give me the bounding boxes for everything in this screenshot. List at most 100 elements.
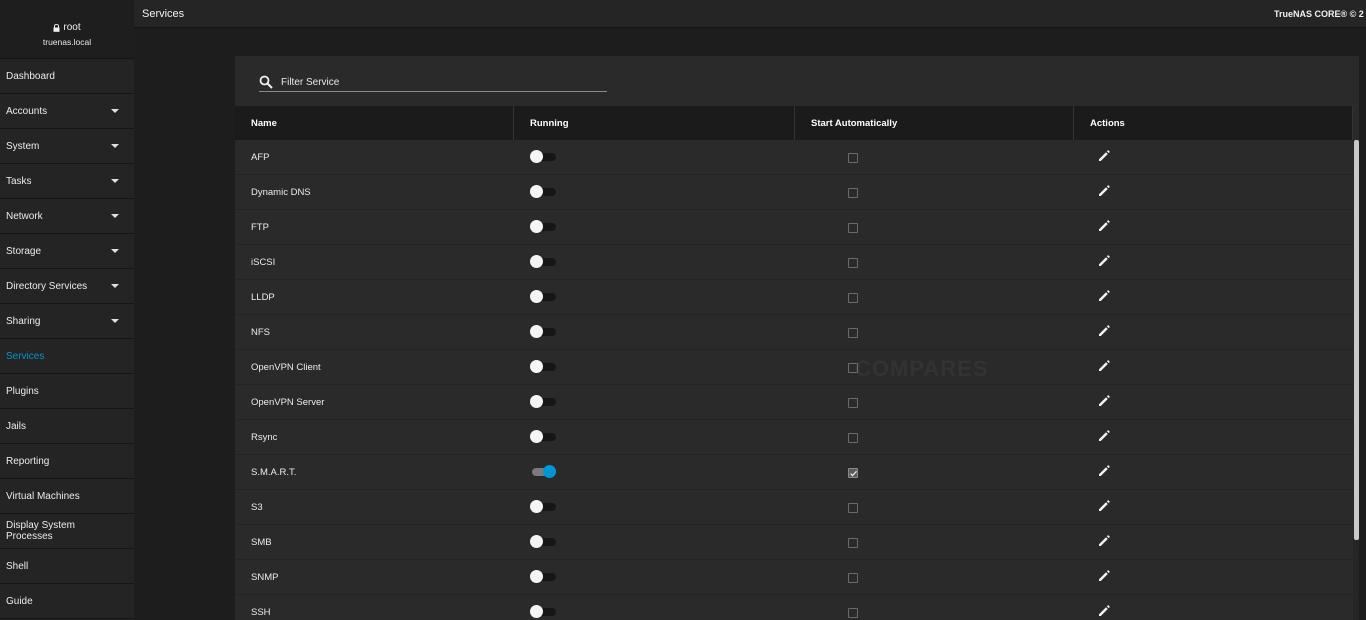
edit-pencil-icon[interactable] xyxy=(1098,324,1111,337)
sidebar-item-sharing[interactable]: Sharing xyxy=(0,304,134,339)
user-name-row: root xyxy=(0,22,134,33)
running-toggle[interactable] xyxy=(530,255,556,268)
column-header-name[interactable]: Name xyxy=(235,106,514,140)
start-automatically-checkbox[interactable] xyxy=(848,293,858,303)
edit-pencil-icon[interactable] xyxy=(1098,604,1111,617)
running-cell xyxy=(514,420,795,454)
sidebar-item-label: Guide xyxy=(6,595,33,607)
filter-field[interactable] xyxy=(259,73,607,92)
edit-pencil-icon[interactable] xyxy=(1098,359,1111,372)
table-row: SNMP xyxy=(235,560,1353,595)
start-automatically-checkbox[interactable] xyxy=(848,188,858,198)
running-toggle[interactable] xyxy=(530,500,556,513)
running-toggle[interactable] xyxy=(530,605,556,618)
search-icon xyxy=(259,75,273,89)
running-cell xyxy=(514,280,795,314)
actions-cell xyxy=(1074,210,1353,244)
start-automatically-checkbox[interactable] xyxy=(848,258,858,268)
running-toggle[interactable] xyxy=(530,185,556,198)
running-toggle[interactable] xyxy=(530,220,556,233)
actions-cell xyxy=(1074,385,1353,419)
edit-pencil-icon[interactable] xyxy=(1098,499,1111,512)
sidebar-item-reporting[interactable]: Reporting xyxy=(0,444,134,479)
sidebar-item-dashboard[interactable]: Dashboard xyxy=(0,59,134,94)
scrollbar[interactable] xyxy=(1353,140,1359,620)
sidebar-item-guide[interactable]: Guide xyxy=(0,584,134,619)
actions-cell xyxy=(1074,140,1353,174)
start-automatically-checkbox[interactable] xyxy=(848,503,858,513)
actions-cell xyxy=(1074,245,1353,279)
sidebar-item-services[interactable]: Services xyxy=(0,339,134,374)
running-toggle[interactable] xyxy=(530,360,556,373)
start-automatically-checkbox[interactable] xyxy=(848,608,858,618)
start-automatically-checkbox[interactable] xyxy=(848,223,858,233)
sidebar-item-shell[interactable]: Shell xyxy=(0,549,134,584)
table-row: FTP xyxy=(235,210,1353,245)
edit-pencil-icon[interactable] xyxy=(1098,254,1111,267)
service-name: SMB xyxy=(251,536,272,548)
edit-pencil-icon[interactable] xyxy=(1098,184,1111,197)
sidebar-item-tasks[interactable]: Tasks xyxy=(0,164,134,199)
sidebar-item-label: Sharing xyxy=(6,315,41,327)
start-automatically-checkbox[interactable] xyxy=(848,398,858,408)
sidebar-item-label: Dashboard xyxy=(6,70,55,82)
start-automatically-checkbox[interactable] xyxy=(848,538,858,548)
column-header-actions[interactable]: Actions xyxy=(1074,106,1353,140)
sidebar-item-label: Network xyxy=(6,210,43,222)
caret-down-icon xyxy=(111,214,119,218)
start-automatically-checkbox[interactable] xyxy=(848,363,858,373)
service-name: OpenVPN Server xyxy=(251,396,325,408)
start-automatically-cell xyxy=(795,280,1074,314)
start-automatically-checkbox[interactable] xyxy=(848,153,858,163)
edit-pencil-icon[interactable] xyxy=(1098,464,1111,477)
edit-pencil-icon[interactable] xyxy=(1098,394,1111,407)
table-row: S.M.A.R.T. xyxy=(235,455,1353,490)
start-automatically-checkbox[interactable] xyxy=(848,433,858,443)
sidebar-item-network[interactable]: Network xyxy=(0,199,134,234)
sidebar: root truenas.local Dashboard Accounts Syst… xyxy=(0,0,134,620)
sidebar-item-directory-services[interactable]: Directory Services xyxy=(0,269,134,304)
edit-pencil-icon[interactable] xyxy=(1098,569,1111,582)
edit-pencil-icon[interactable] xyxy=(1098,219,1111,232)
running-cell xyxy=(514,595,795,620)
filter-input[interactable] xyxy=(281,76,581,88)
start-automatically-checkbox[interactable] xyxy=(848,328,858,338)
user-block: root truenas.local xyxy=(0,0,134,59)
edit-pencil-icon[interactable] xyxy=(1098,289,1111,302)
edit-pencil-icon[interactable] xyxy=(1098,429,1111,442)
edit-pencil-icon[interactable] xyxy=(1098,149,1111,162)
sidebar-item-label: Services xyxy=(6,350,45,362)
sidebar-item-system[interactable]: System xyxy=(0,129,134,164)
actions-cell xyxy=(1074,560,1353,594)
sidebar-item-display-system-processes[interactable]: Display System Processes xyxy=(0,514,134,549)
running-toggle[interactable] xyxy=(530,290,556,303)
start-automatically-checkbox[interactable] xyxy=(848,468,858,478)
start-automatically-checkbox[interactable] xyxy=(848,573,858,583)
column-header-start-automatically[interactable]: Start Automatically xyxy=(795,106,1074,140)
sidebar-item-storage[interactable]: Storage xyxy=(0,234,134,269)
toggle-knob xyxy=(530,360,543,373)
edit-pencil-icon[interactable] xyxy=(1098,534,1111,547)
toggle-knob xyxy=(530,290,543,303)
running-toggle[interactable] xyxy=(530,150,556,163)
caret-down-icon xyxy=(111,249,119,253)
sidebar-item-virtual-machines[interactable]: Virtual Machines xyxy=(0,479,134,514)
sidebar-item-jails[interactable]: Jails xyxy=(0,409,134,444)
sidebar-item-plugins[interactable]: Plugins xyxy=(0,374,134,409)
running-toggle[interactable] xyxy=(530,535,556,548)
column-header-running[interactable]: Running xyxy=(514,106,795,140)
caret-down-icon xyxy=(111,109,119,113)
running-toggle[interactable] xyxy=(530,465,556,478)
scrollbar-thumb[interactable] xyxy=(1354,140,1359,540)
sidebar-item-accounts[interactable]: Accounts xyxy=(0,94,134,129)
service-name: S3 xyxy=(251,501,263,513)
running-toggle[interactable] xyxy=(530,395,556,408)
actions-cell xyxy=(1074,490,1353,524)
running-toggle[interactable] xyxy=(530,430,556,443)
running-toggle[interactable] xyxy=(530,570,556,583)
page-title: Services xyxy=(142,8,185,20)
running-cell xyxy=(514,560,795,594)
toggle-knob xyxy=(530,150,543,163)
running-toggle[interactable] xyxy=(530,325,556,338)
running-cell xyxy=(514,140,795,174)
